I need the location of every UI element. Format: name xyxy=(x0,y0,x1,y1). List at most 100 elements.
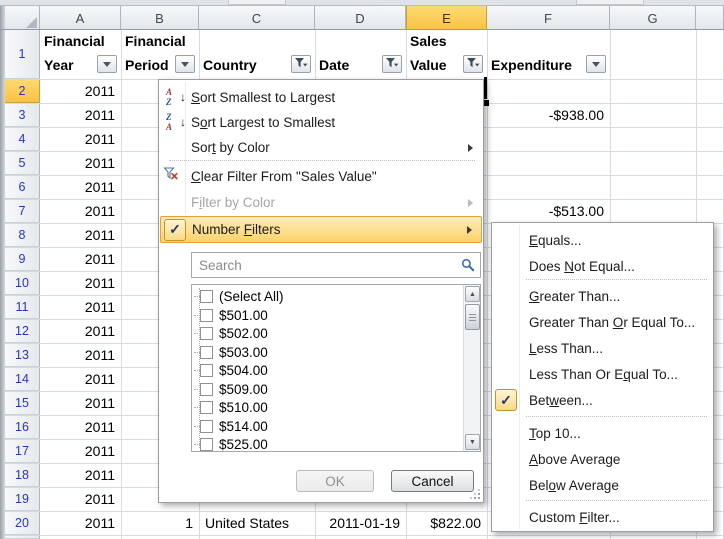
column-header-e[interactable]: E xyxy=(406,6,487,30)
cell-b20[interactable]: 1 xyxy=(122,512,198,534)
cell-a13[interactable]: 2011 xyxy=(41,344,120,366)
row-header-6[interactable]: 6 xyxy=(5,175,40,199)
filter-button-a[interactable] xyxy=(97,55,117,73)
value-checkbox[interactable] xyxy=(200,327,213,340)
cell-a5[interactable]: 2011 xyxy=(41,152,120,174)
row-header-8[interactable]: 8 xyxy=(5,223,40,247)
cell-d20[interactable]: 2011-01-19 xyxy=(316,512,405,534)
value-checkbox[interactable] xyxy=(200,420,213,433)
column-header-d[interactable]: D xyxy=(315,6,406,30)
value-checkbox[interactable] xyxy=(200,309,213,322)
row-header-3[interactable]: 3 xyxy=(5,103,40,127)
row-header-7[interactable]: 7 xyxy=(5,199,40,223)
scroll-up-button[interactable]: ▲ xyxy=(465,286,480,302)
column-header-partial[interactable] xyxy=(696,6,724,30)
menu-item-less-than-or-equal-to[interactable]: Less Than Or Equal To... xyxy=(493,361,712,387)
menu-item-greater-than-or-equal-to[interactable]: Greater Than Or Equal To... xyxy=(493,309,712,335)
column-header-b[interactable]: B xyxy=(121,6,199,30)
menu-item-does-not-equal[interactable]: Does Not Equal... xyxy=(493,253,712,279)
value-checkbox[interactable] xyxy=(200,290,213,303)
search-icon[interactable] xyxy=(461,258,475,272)
row-header-18[interactable]: 18 xyxy=(5,463,40,487)
value-checkbox[interactable] xyxy=(200,401,213,414)
cancel-button[interactable]: Cancel xyxy=(391,470,474,492)
menu-item-number-filters[interactable]: ✓Number Filters xyxy=(160,216,482,243)
column-header-c[interactable]: C xyxy=(199,6,315,30)
scrollbar[interactable]: ▲ ▼ xyxy=(463,285,480,451)
scroll-down-button[interactable]: ▼ xyxy=(465,434,480,450)
cell-a10[interactable]: 2011 xyxy=(41,272,120,294)
cell-a14[interactable]: 2011 xyxy=(41,368,120,390)
menu-item-sort-by-color[interactable]: Sort by Color xyxy=(160,135,482,160)
menu-item-custom-filter[interactable]: Custom Filter... xyxy=(493,504,712,530)
cell-f3[interactable]: -$938.00 xyxy=(488,104,609,126)
number-filters-submenu: Equals...Does Not Equal... Greater Than..… xyxy=(491,222,714,532)
menu-item-below-average[interactable]: Below Average xyxy=(493,472,712,498)
column-header-g[interactable]: G xyxy=(610,6,696,30)
filter-value-item: $509.00 xyxy=(194,380,268,399)
menu-item-top-10[interactable]: Top 10... xyxy=(493,420,712,446)
cell-a17[interactable]: 2011 xyxy=(41,440,120,462)
filter-button-f[interactable] xyxy=(586,55,606,73)
filter-button-d[interactable] xyxy=(382,55,402,73)
menu-item-between[interactable]: Between... xyxy=(493,387,712,414)
row-header-10[interactable]: 10 xyxy=(5,271,40,295)
cell-a8[interactable]: 2011 xyxy=(41,224,120,246)
cell-a16[interactable]: 2011 xyxy=(41,416,120,438)
row-header-5[interactable]: 5 xyxy=(5,151,40,175)
row-header-14[interactable]: 14 xyxy=(5,367,40,391)
menu-item-less-than[interactable]: Less Than... xyxy=(493,335,712,361)
scroll-thumb[interactable] xyxy=(465,304,480,330)
cell-a12[interactable]: 2011 xyxy=(41,320,120,342)
filter-button-c[interactable] xyxy=(291,55,311,73)
menu-item-filter-by-color[interactable]: Filter by Color xyxy=(160,190,482,215)
filter-button-e[interactable] xyxy=(463,55,483,73)
menu-item-equals[interactable]: Equals... xyxy=(493,227,712,253)
filter-applied-icon xyxy=(294,56,308,72)
value-label: $525.00 xyxy=(219,437,268,452)
cell-a15[interactable]: 2011 xyxy=(41,392,120,414)
select-all-corner[interactable] xyxy=(5,6,40,30)
row-header-20[interactable]: 20 xyxy=(5,511,40,535)
value-checkbox[interactable] xyxy=(200,438,213,451)
row-header-17[interactable]: 17 xyxy=(5,439,40,463)
cell-a2[interactable]: 2011 xyxy=(41,80,120,102)
menu-item-sort-smallest-to-largest[interactable]: AZ↓Sort Smallest to Largest xyxy=(160,85,482,110)
resize-grip[interactable] xyxy=(468,489,480,499)
cell-a3[interactable]: 2011 xyxy=(41,104,120,126)
row-header-9[interactable]: 9 xyxy=(5,247,40,271)
row-header-2[interactable]: 2 xyxy=(5,79,40,103)
cell-a11[interactable]: 2011 xyxy=(41,296,120,318)
value-checkbox[interactable] xyxy=(200,364,213,377)
cell-a18[interactable]: 2011 xyxy=(41,464,120,486)
menu-item-greater-than[interactable]: Greater Than... xyxy=(493,283,712,309)
value-checkbox[interactable] xyxy=(200,346,213,359)
row-header-11[interactable]: 11 xyxy=(5,295,40,319)
cell-a6[interactable]: 2011 xyxy=(41,176,120,198)
cell-c20[interactable]: United States xyxy=(200,512,314,534)
row-header-16[interactable]: 16 xyxy=(5,415,40,439)
menu-item-clear-filter[interactable]: Clear Filter From "Sales Value" xyxy=(160,164,482,189)
column-header-f[interactable]: F xyxy=(487,6,610,30)
search-input[interactable] xyxy=(192,253,480,277)
row-header-19[interactable]: 19 xyxy=(5,487,40,511)
menu-item-sort-largest-to-smallest[interactable]: ZA↓Sort Largest to Smallest xyxy=(160,110,482,135)
menu-item-above-average[interactable]: Above Average xyxy=(493,446,712,472)
column-header-a[interactable]: A xyxy=(40,6,121,30)
cell-f7[interactable]: -$513.00 xyxy=(488,200,609,222)
value-checkbox[interactable] xyxy=(200,383,213,396)
row-header-12[interactable]: 12 xyxy=(5,319,40,343)
row-header-4[interactable]: 4 xyxy=(5,127,40,151)
row-header-1[interactable]: 1 xyxy=(5,30,40,79)
cell-a19[interactable]: 2011 xyxy=(41,488,120,510)
cell-a4[interactable]: 2011 xyxy=(41,128,120,150)
cell-a9[interactable]: 2011 xyxy=(41,248,120,270)
cell-a7[interactable]: 2011 xyxy=(41,200,120,222)
row-header-13[interactable]: 13 xyxy=(5,343,40,367)
cell-a20[interactable]: 2011 xyxy=(41,512,120,534)
row-header-15[interactable]: 15 xyxy=(5,391,40,415)
ok-button[interactable]: OK xyxy=(296,470,374,492)
excel-autofilter-screen: ABCDEFG 1234567891011121314151617181920 … xyxy=(0,0,724,539)
cell-e20[interactable]: $822.00 xyxy=(407,512,486,534)
filter-button-b[interactable] xyxy=(175,55,195,73)
